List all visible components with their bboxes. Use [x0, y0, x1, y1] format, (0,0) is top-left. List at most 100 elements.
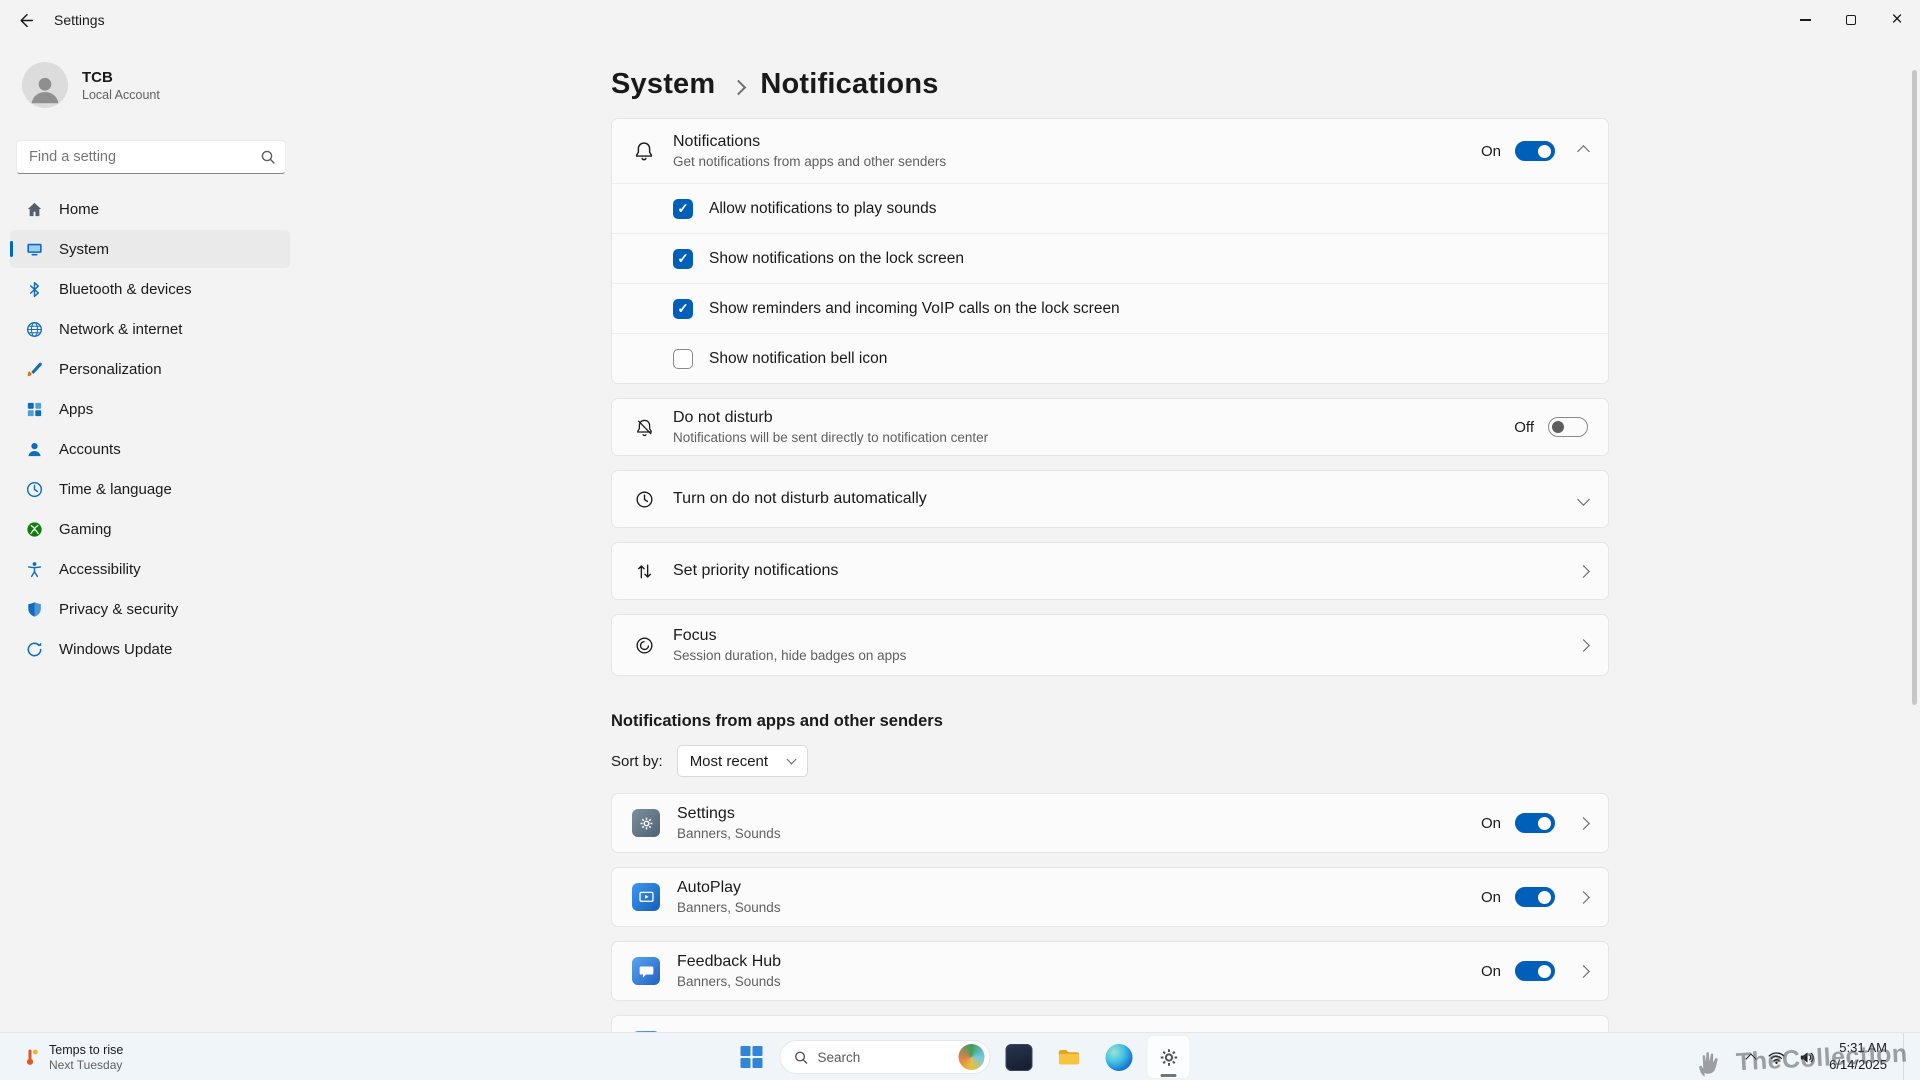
minimize-icon [1800, 19, 1811, 20]
checkbox-label: Allow notifications to play sounds [709, 200, 936, 218]
file-explorer-button[interactable] [1047, 1035, 1091, 1079]
toggle-state-label: On [1481, 815, 1501, 832]
minimize-button[interactable] [1782, 0, 1828, 40]
toggle-knob [1538, 817, 1551, 830]
window-controls [1782, 0, 1920, 40]
wifi-icon[interactable] [1767, 1048, 1786, 1067]
clock-time: 5:31 AM [1829, 1040, 1887, 1057]
sidebar-item-label: Time & language [59, 481, 172, 498]
clock-date: 6/14/2025 [1829, 1057, 1887, 1074]
sort-dropdown[interactable]: Most recent [677, 745, 808, 777]
thermometer-icon [20, 1047, 40, 1067]
app-detail: Banners, Sounds [677, 826, 1481, 841]
app-toggle[interactable] [1515, 887, 1555, 907]
start-button[interactable] [730, 1035, 774, 1079]
app-text: AutoPlay Banners, Sounds [677, 879, 1481, 915]
app-name: Settings [677, 805, 1481, 823]
breadcrumb: System Notifications [611, 64, 1609, 104]
option-reminders-voip[interactable]: Show reminders and incoming VoIP calls o… [612, 283, 1608, 333]
page-title: Notifications [760, 68, 938, 101]
app-row-settings[interactable]: Settings Banners, Sounds On [611, 793, 1609, 853]
do-not-disturb-toggle[interactable] [1548, 417, 1588, 437]
app-toggle[interactable] [1515, 961, 1555, 981]
sidebar-item-label: Apps [59, 401, 93, 418]
account-header[interactable]: TCB Local Account [22, 62, 284, 108]
back-button[interactable] [8, 3, 44, 37]
weather-subtitle: Next Tuesday [49, 1058, 123, 1072]
notifications-text: Notifications Get notifications from app… [673, 133, 1481, 169]
sidebar-item-accounts[interactable]: Accounts [10, 430, 290, 468]
chevron-down-icon [787, 755, 797, 765]
edge-browser-button[interactable] [1097, 1035, 1141, 1079]
sidebar-item-network-internet[interactable]: Network & internet [10, 310, 290, 348]
breadcrumb-system[interactable]: System [611, 68, 715, 101]
option-bell-icon[interactable]: Show notification bell icon [612, 333, 1608, 383]
sidebar-item-label: Network & internet [59, 321, 182, 338]
accessibility-icon [24, 559, 44, 579]
notifications-toggle-row[interactable]: Notifications Get notifications from app… [612, 119, 1608, 183]
apps-section-heading: Notifications from apps and other sender… [611, 712, 1609, 731]
sidebar-item-home[interactable]: Home [10, 190, 290, 228]
volume-icon[interactable] [1798, 1048, 1817, 1067]
chevron-right-icon [1577, 565, 1590, 578]
find-setting-input[interactable] [16, 140, 286, 174]
settings-app-button[interactable] [1147, 1035, 1191, 1079]
checkbox-icon[interactable] [673, 349, 693, 369]
system-icon [24, 239, 44, 259]
sidebar-item-label: Accounts [59, 441, 121, 458]
tray-chevron-up-icon[interactable] [1745, 1053, 1756, 1064]
sidebar-item-apps[interactable]: Apps [10, 390, 290, 428]
chevron-right-icon [1577, 891, 1590, 904]
system-tray: 5:31 AM 6/14/2025 [1747, 1033, 1914, 1080]
sidebar-item-bluetooth-devices[interactable]: Bluetooth & devices [10, 270, 290, 308]
maximize-button[interactable] [1828, 0, 1874, 40]
person-icon [24, 439, 44, 459]
priority-notifications-row[interactable]: Set priority notifications [611, 542, 1609, 600]
checkbox-icon[interactable] [673, 249, 693, 269]
option-play-sounds[interactable]: Allow notifications to play sounds [612, 183, 1608, 233]
app-row-autoplay[interactable]: AutoPlay Banners, Sounds On [611, 867, 1609, 927]
sidebar-item-time-language[interactable]: Time & language [10, 470, 290, 508]
gear-icon [1156, 1045, 1181, 1070]
sidebar-item-accessibility[interactable]: Accessibility [10, 550, 290, 588]
search-icon [260, 149, 276, 165]
taskbar-search[interactable]: Search [780, 1040, 991, 1074]
dark-window-app-icon [1005, 1044, 1032, 1071]
scrollbar[interactable] [1912, 70, 1917, 705]
sidebar-item-privacy-security[interactable]: Privacy & security [10, 590, 290, 628]
taskbar-clock[interactable]: 5:31 AM 6/14/2025 [1829, 1040, 1887, 1074]
priority-text: Set priority notifications [673, 562, 1569, 580]
taskbar-search-placeholder: Search [818, 1050, 950, 1065]
chevron-right-icon [1577, 817, 1590, 830]
dnd-auto-expander[interactable]: Turn on do not disturb automatically [611, 470, 1609, 528]
bell-icon [632, 140, 656, 162]
sidebar-item-gaming[interactable]: Gaming [10, 510, 290, 548]
sidebar-item-personalization[interactable]: Personalization [10, 350, 290, 388]
sidebar-item-label: Bluetooth & devices [59, 281, 192, 298]
do-not-disturb-row[interactable]: Do not disturb Notifications will be sen… [611, 398, 1609, 456]
close-button[interactable] [1874, 0, 1920, 40]
chevron-up-icon [1577, 145, 1590, 158]
checkbox-icon[interactable] [673, 199, 693, 219]
toggle-knob [1552, 421, 1564, 433]
search-highlight-image[interactable] [959, 1044, 985, 1070]
app-name: Feedback Hub [677, 953, 1481, 971]
checkbox-icon[interactable] [673, 299, 693, 319]
account-name: TCB [82, 69, 160, 86]
paintbrush-icon [24, 359, 44, 379]
show-desktop-button[interactable] [1903, 1033, 1908, 1080]
notifications-toggle[interactable] [1515, 141, 1555, 161]
toggle-state-label: On [1481, 963, 1501, 980]
app-row-feedback-hub[interactable]: Feedback Hub Banners, Sounds On [611, 941, 1609, 1001]
settings-window: Settings TCB Local Account Home [0, 0, 1920, 1080]
taskbar-app-dark-window[interactable] [997, 1035, 1041, 1079]
weather-widget[interactable]: Temps to rise Next Tuesday [10, 1033, 133, 1080]
option-lock-screen[interactable]: Show notifications on the lock screen [612, 233, 1608, 283]
user-silhouette-icon [25, 70, 65, 108]
checkbox-label: Show notification bell icon [709, 350, 887, 368]
sidebar-item-system[interactable]: System [10, 230, 290, 268]
focus-row[interactable]: Focus Session duration, hide badges on a… [611, 614, 1609, 676]
sidebar-item-label: Home [59, 201, 99, 218]
app-toggle[interactable] [1515, 813, 1555, 833]
sidebar-item-windows-update[interactable]: Windows Update [10, 630, 290, 668]
